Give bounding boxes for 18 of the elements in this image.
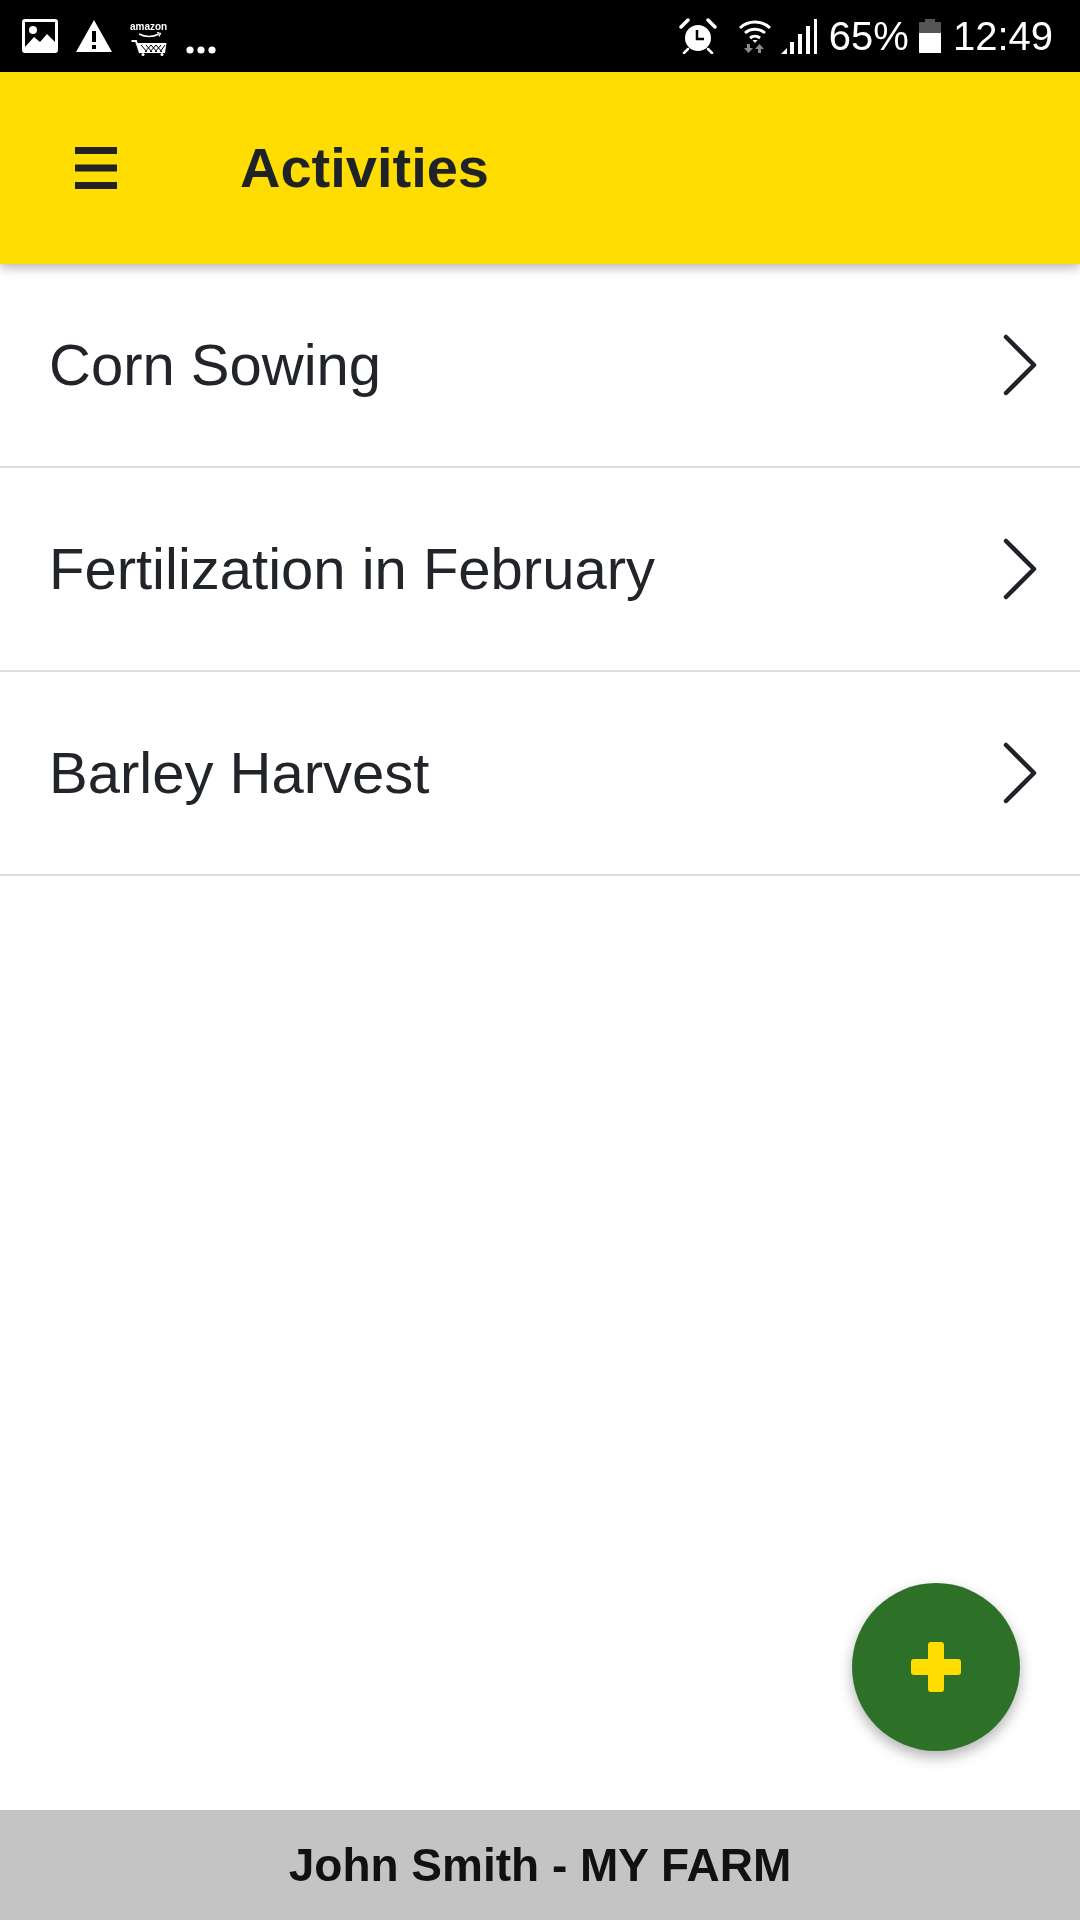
chevron-right-icon <box>1003 334 1037 396</box>
chevron-right-icon <box>1003 538 1037 600</box>
plus-icon <box>911 1642 961 1692</box>
notification-logo-text: amazon <box>130 22 168 32</box>
battery-percent-text: 65% <box>828 16 909 56</box>
menu-icon <box>75 147 117 189</box>
image-icon <box>22 19 58 53</box>
alarm-clock-icon <box>678 18 717 54</box>
clock-time: 12:49 <box>952 16 1053 56</box>
app-bar-title: Activities <box>240 140 489 196</box>
footer-text: John Smith - MY FARM <box>288 1842 792 1888</box>
more-dots-icon <box>186 46 217 54</box>
add-button[interactable] <box>852 1583 1020 1751</box>
cart-icon <box>130 32 167 56</box>
chevron-right-icon <box>1003 742 1037 804</box>
signal-icon <box>780 18 817 54</box>
battery-icon <box>918 19 941 53</box>
warning-icon <box>75 19 113 53</box>
